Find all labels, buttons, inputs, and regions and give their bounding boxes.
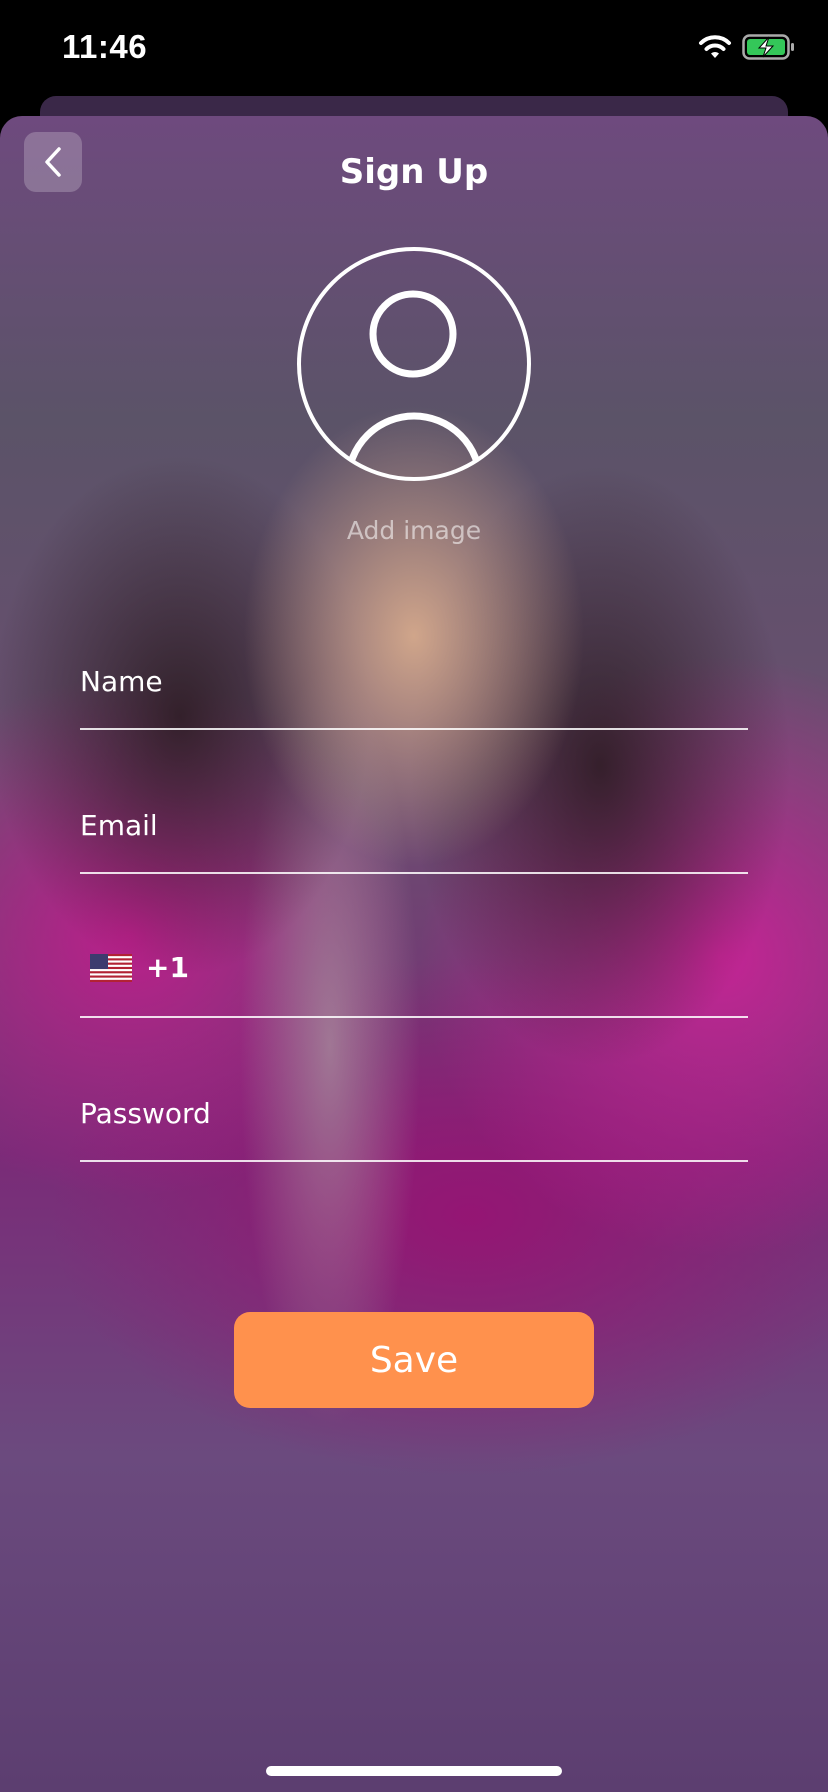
add-image-link[interactable]: Add image xyxy=(0,516,828,545)
country-code: +1 xyxy=(146,951,189,984)
status-time: 11:46 xyxy=(62,28,148,65)
phone-field[interactable]: +1 xyxy=(80,944,748,1018)
name-field-placeholder: Name xyxy=(80,665,163,698)
password-field[interactable]: Password xyxy=(80,1088,748,1162)
status-bar: 11:46 xyxy=(0,0,828,100)
password-field-placeholder: Password xyxy=(80,1097,211,1130)
us-flag-icon xyxy=(90,953,132,982)
home-indicator xyxy=(266,1766,562,1776)
wifi-icon xyxy=(699,35,731,58)
battery-charging-icon xyxy=(742,34,794,60)
page-title: Sign Up xyxy=(339,152,489,192)
save-button[interactable]: Save xyxy=(234,1312,594,1408)
avatar-picker[interactable] xyxy=(296,246,532,482)
email-field[interactable]: Email xyxy=(80,800,748,874)
phone-country-selector[interactable]: +1 xyxy=(90,951,189,984)
name-field[interactable]: Name xyxy=(80,656,748,730)
sign-up-sheet: Sign Up Add image Name Email +1 Password… xyxy=(0,116,828,1792)
status-icons xyxy=(698,34,796,60)
email-field-placeholder: Email xyxy=(80,809,158,842)
user-avatar-icon xyxy=(297,247,531,481)
